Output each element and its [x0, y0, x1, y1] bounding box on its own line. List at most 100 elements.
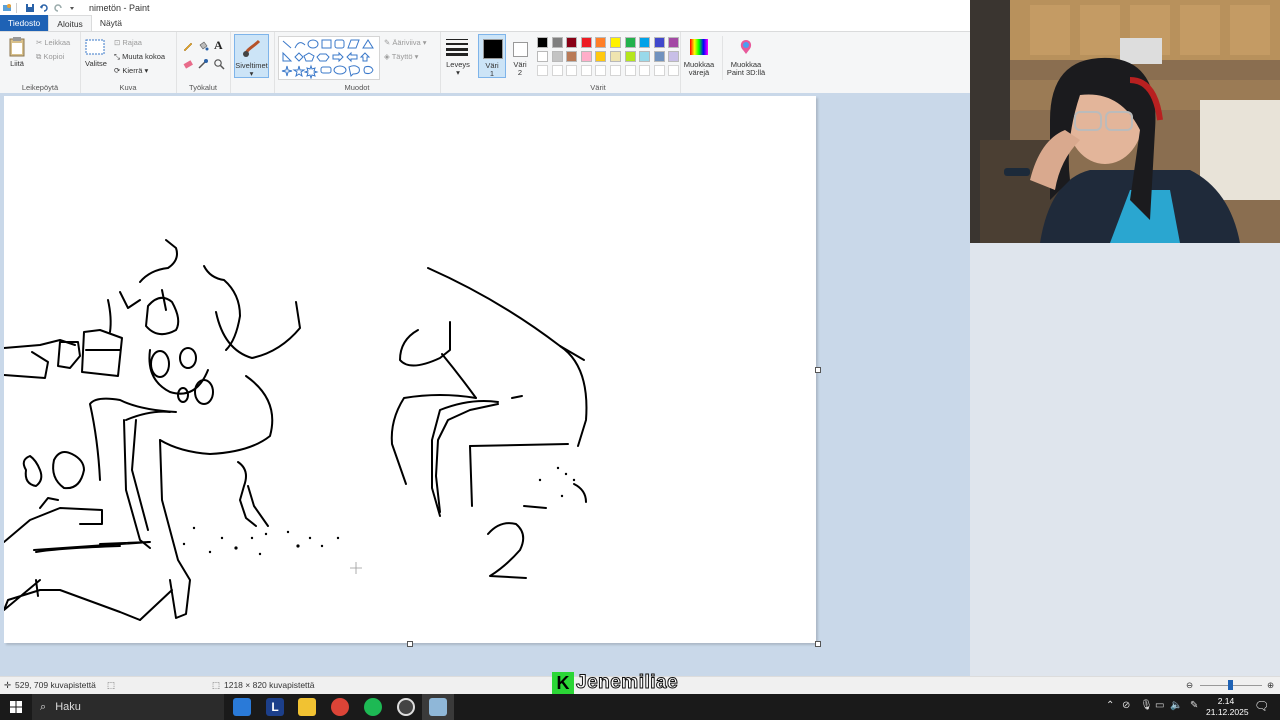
- palette-swatch[interactable]: [653, 51, 665, 62]
- fill-dropdown[interactable]: ◈ Täyttö ▾: [384, 52, 418, 61]
- spotify-icon[interactable]: [364, 698, 382, 716]
- line-width-icon: [446, 39, 468, 56]
- paint-taskbar-button[interactable]: [422, 694, 454, 720]
- palette-swatch-empty[interactable]: [566, 65, 578, 76]
- shapes-gallery[interactable]: [278, 36, 380, 80]
- palette-swatch[interactable]: [668, 37, 680, 48]
- clock[interactable]: 2.14 21.12.2025: [1206, 696, 1249, 718]
- color-picker-icon[interactable]: [197, 58, 209, 70]
- resize-button[interactable]: ⤡ Muuta kokoa: [114, 52, 165, 62]
- palette-swatch[interactable]: [624, 37, 636, 48]
- palette-swatch[interactable]: [653, 37, 665, 48]
- palette-swatch[interactable]: [624, 51, 636, 62]
- clipboard-group-label: Leikepöytä: [21, 83, 59, 92]
- tools-group-label: Työkalut: [189, 83, 217, 92]
- redo-icon[interactable]: [53, 3, 63, 13]
- quick-access-toolbar: [0, 2, 77, 13]
- edit-colors-label-2: värejä: [688, 68, 710, 77]
- obs-icon[interactable]: [397, 698, 415, 716]
- palette-swatch[interactable]: [580, 37, 592, 48]
- magnifier-icon[interactable]: [213, 58, 225, 70]
- image-group-label: Kuva: [119, 83, 137, 92]
- resize-handle-corner[interactable]: [815, 641, 821, 647]
- windows-start-icon[interactable]: [10, 701, 22, 713]
- zoom-slider-thumb[interactable]: [1228, 680, 1233, 690]
- crop-button[interactable]: ⊡ Rajaa: [114, 38, 142, 47]
- paint-icon: [429, 698, 447, 716]
- palette-swatch-empty[interactable]: [537, 65, 548, 76]
- zoom-out-icon[interactable]: ⊖: [1186, 680, 1193, 691]
- paint3d-button[interactable]: Muokkaa Paint 3D:llä: [722, 36, 769, 80]
- eraser-icon[interactable]: [182, 58, 194, 70]
- paint-app-icon: [2, 3, 12, 13]
- palette-swatch[interactable]: [580, 51, 592, 62]
- palette-swatch[interactable]: [595, 51, 607, 62]
- palette-swatch-empty[interactable]: [653, 65, 665, 76]
- copilot-icon[interactable]: [233, 698, 251, 716]
- copy-button[interactable]: ⧉ Kopioi: [36, 52, 64, 62]
- size-group[interactable]: Leveys ▾: [440, 32, 476, 93]
- edit-colors-button[interactable]: Muokkaa värejä: [680, 36, 718, 80]
- palette-swatch[interactable]: [566, 51, 578, 62]
- palette-swatch-empty[interactable]: [639, 65, 651, 76]
- display-icon[interactable]: ▭: [1155, 700, 1164, 711]
- drawing-canvas[interactable]: [3, 96, 816, 643]
- ribbon: Liitä ✂ Leikkaa ⧉ Kopioi Leikepöytä Vali…: [0, 31, 970, 94]
- palette-swatch[interactable]: [551, 37, 563, 48]
- notifications-icon[interactable]: 🗨: [1254, 699, 1269, 713]
- palette-swatch-empty[interactable]: [624, 65, 636, 76]
- fill-bucket-icon[interactable]: [197, 40, 209, 52]
- taskbar: ⌕ Haku L ⌃ ⊘ 🎙 ▭ 🔈 ✎ 2.14 21.12.2025 🗨: [0, 694, 1280, 720]
- chrome-icon[interactable]: [331, 698, 349, 716]
- color-spectrum-icon: [690, 39, 708, 55]
- palette-swatch[interactable]: [537, 37, 548, 48]
- color2-button[interactable]: Väri 2: [508, 34, 532, 78]
- palette-swatch[interactable]: [639, 51, 651, 62]
- palette-swatch-empty[interactable]: [580, 65, 592, 76]
- pen-icon[interactable]: ✎: [1190, 700, 1198, 711]
- resize-handle-bottom[interactable]: [407, 641, 413, 647]
- save-icon[interactable]: [25, 3, 35, 13]
- palette-swatch[interactable]: [537, 51, 548, 62]
- tray-chevron-icon[interactable]: ⌃: [1106, 700, 1114, 711]
- sketch-drawing: [3, 239, 588, 621]
- clock-time: 2.14: [1217, 696, 1235, 706]
- tab-view[interactable]: Näytä: [92, 15, 130, 31]
- paint3d-label-2: Paint 3D:llä: [726, 68, 766, 77]
- palette-swatch[interactable]: [566, 37, 578, 48]
- palette-swatch[interactable]: [551, 51, 563, 62]
- select-label: Valitse: [85, 59, 107, 68]
- webcam-feed: [970, 0, 1280, 243]
- paste-button[interactable]: Liitä: [6, 36, 28, 76]
- tab-file[interactable]: Tiedosto: [0, 15, 49, 31]
- text-tool-icon[interactable]: A: [214, 38, 223, 53]
- taskbar-search[interactable]: ⌕ Haku: [32, 694, 224, 720]
- image-size-icon: ⬚: [212, 680, 221, 690]
- pencil-icon[interactable]: [182, 40, 194, 52]
- palette-swatch-empty[interactable]: [595, 65, 607, 76]
- palette-swatch[interactable]: [639, 37, 651, 48]
- title-bar: nimetön - Paint: [0, 0, 970, 15]
- select-button[interactable]: Valitse: [84, 37, 108, 77]
- outline-dropdown[interactable]: ✎ Ääriviiva ▾: [384, 38, 427, 47]
- color1-button[interactable]: Väri 1: [478, 34, 506, 78]
- rotate-button[interactable]: ⟳ Kierrä ▾: [114, 66, 148, 75]
- resize-handle-right[interactable]: [815, 367, 821, 373]
- palette-swatch-empty[interactable]: [551, 65, 563, 76]
- palette-swatch[interactable]: [595, 37, 607, 48]
- tab-home[interactable]: Aloitus: [48, 15, 92, 31]
- undo-icon[interactable]: [39, 3, 49, 13]
- network-icon[interactable]: ⊘: [1122, 700, 1130, 711]
- zoom-in-icon[interactable]: ⊕: [1267, 680, 1274, 691]
- volume-icon[interactable]: 🔈: [1170, 700, 1182, 711]
- l-app-icon[interactable]: L: [266, 698, 284, 716]
- brushes-button[interactable]: Siveltimet ▾: [234, 34, 269, 78]
- palette-swatch[interactable]: [610, 51, 621, 62]
- microphone-icon[interactable]: 🎙: [1140, 700, 1153, 711]
- file-explorer-icon[interactable]: [298, 698, 316, 716]
- cut-button[interactable]: ✂ Leikkaa: [36, 38, 70, 47]
- customize-toolbar-icon[interactable]: [67, 3, 77, 13]
- palette-swatch-empty[interactable]: [610, 65, 621, 76]
- palette-swatch[interactable]: [610, 37, 621, 48]
- color2-number: 2: [517, 68, 523, 77]
